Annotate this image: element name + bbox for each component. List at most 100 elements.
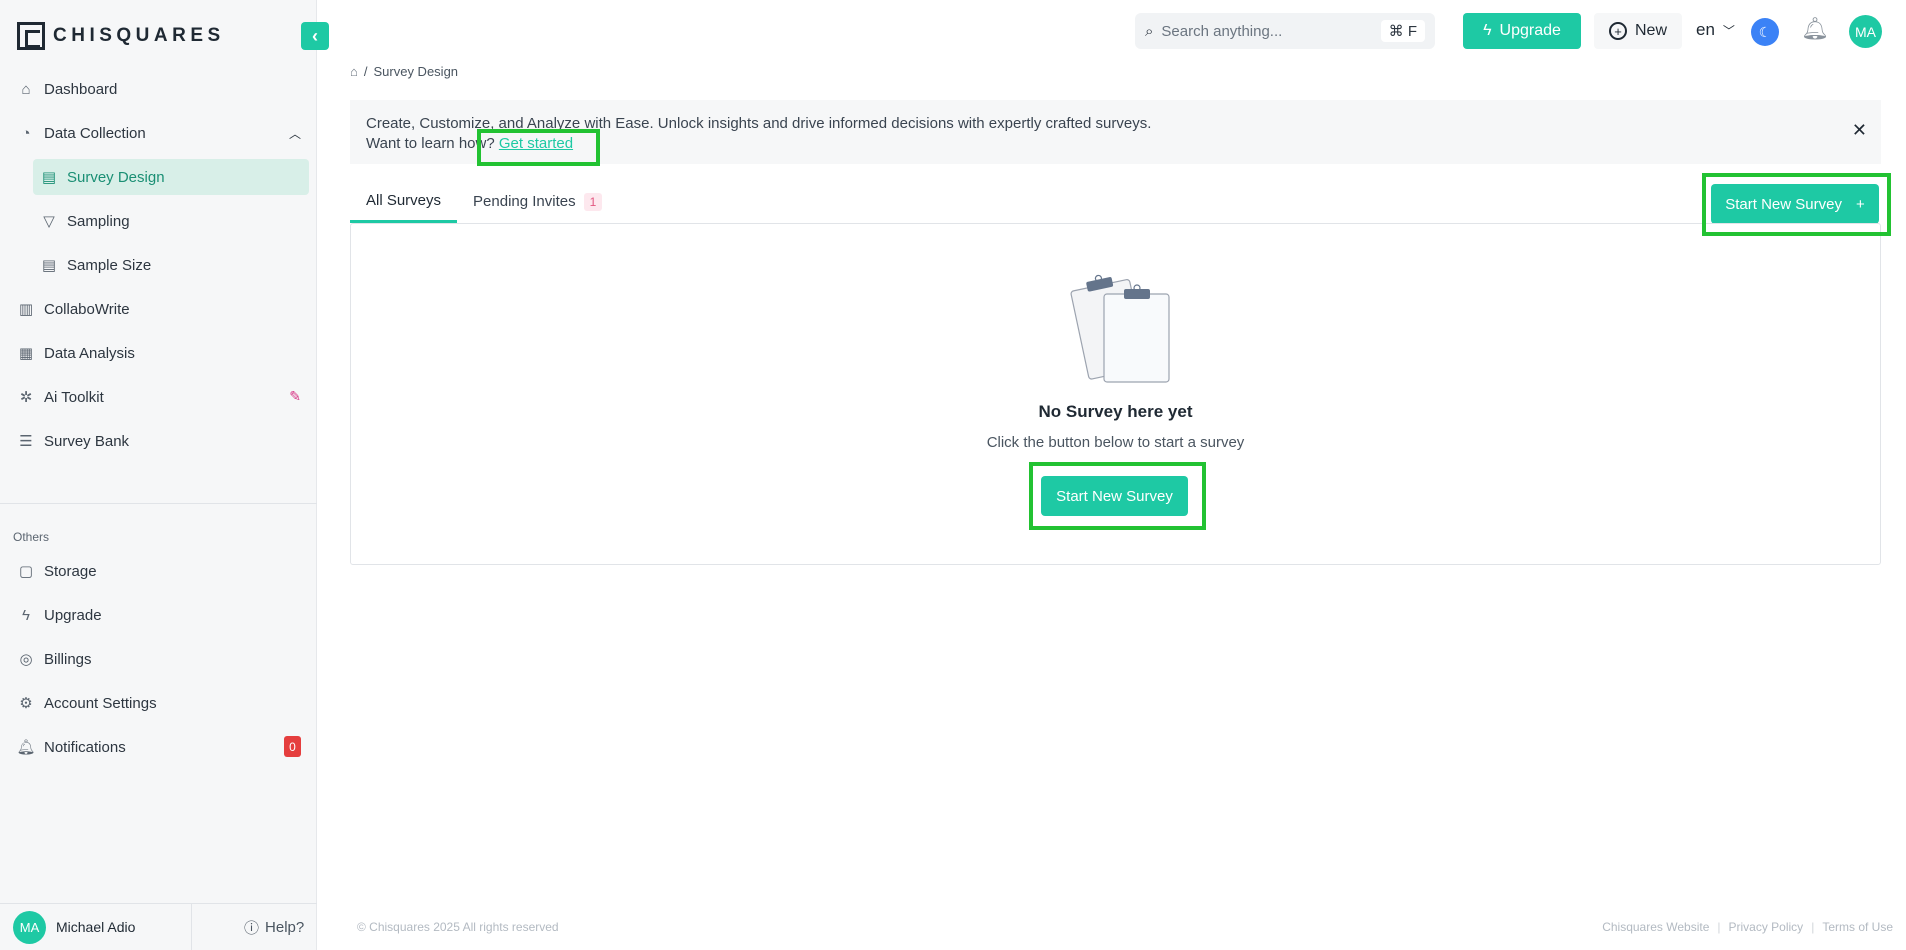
sidebar-item-notifications[interactable]: 🔔︎ Notifications 0 (8, 729, 309, 765)
search-shortcut: ⌘ F (1380, 20, 1425, 42)
filter-icon: ▽ (43, 213, 55, 230)
sidebar-item-label: Upgrade (44, 606, 102, 624)
sidebar-item-storage[interactable]: ▢ Storage (8, 553, 309, 589)
get-started-link[interactable]: Get started (499, 135, 573, 152)
sidebar-item-billings[interactable]: ◎ Billings (8, 641, 309, 677)
banner-line-2: Want to learn how? Get started (366, 134, 1865, 154)
brand-name: CHISQUARES (53, 25, 225, 46)
search-bar[interactable]: ⌕ ⌘ F (1135, 13, 1435, 49)
search-input[interactable] (1161, 22, 1381, 40)
start-new-survey-button[interactable]: Start New Survey + (1711, 184, 1879, 224)
chart-icon: ▥ (18, 301, 34, 318)
copyright: © Chisquares 2025 All rights reserved (357, 920, 559, 934)
user-profile[interactable]: MA Michael Adio (0, 904, 192, 950)
banner-line-1: Create, Customize, and Analyze with Ease… (366, 115, 1152, 132)
sidebar-divider (0, 503, 317, 504)
notifications-bell[interactable]: 🔔︎ (1801, 16, 1829, 42)
start-new-survey-label: Start New Survey (1056, 487, 1173, 505)
sidebar-item-ai-toolkit[interactable]: ✲ Ai Toolkit ✎ (8, 379, 309, 415)
sidebar-item-survey-design[interactable]: ▤ Survey Design (33, 159, 309, 195)
bolt-icon: ϟ (22, 606, 30, 624)
sidebar-item-label: Data Analysis (44, 344, 135, 362)
sidebar: CHISQUARES ⌂ Dashboard ◔ Data Collection… (0, 0, 317, 950)
sidebar-item-account-settings[interactable]: ⚙ Account Settings (8, 685, 309, 721)
upgrade-label: Upgrade (1499, 22, 1561, 39)
pending-count-badge: 1 (583, 192, 603, 211)
close-icon[interactable]: ✕ (1852, 120, 1867, 140)
chevron-down-icon: ﹀ (1722, 23, 1735, 38)
palette-icon: ◔ (21, 124, 31, 142)
home-icon: ⌂ (21, 80, 31, 98)
footer-separator: | (1811, 920, 1815, 934)
footer-links: Chisquares Website | Privacy Policy | Te… (1602, 920, 1893, 934)
sidebar-item-label: CollaboWrite (44, 300, 130, 318)
help-label: Help? (265, 918, 305, 936)
notification-count-badge: 0 (284, 736, 301, 757)
breadcrumb-current: Survey Design (373, 64, 459, 79)
avatar[interactable]: MA (1849, 15, 1882, 48)
footer-link-terms[interactable]: Terms of Use (1822, 920, 1893, 934)
home-icon[interactable]: ⌂ (350, 64, 358, 79)
empty-state-title: No Survey here yet (1038, 402, 1193, 421)
info-banner: Create, Customize, and Analyze with Ease… (350, 100, 1881, 164)
theme-toggle[interactable]: ☾ (1751, 18, 1779, 46)
sidebar-item-data-collection[interactable]: ◔ Data Collection ︿ (8, 115, 309, 151)
breadcrumb: ⌂ / Survey Design (350, 64, 458, 79)
sidebar-item-label: Data Collection (44, 124, 146, 142)
bell-icon: 🔔︎ (16, 739, 36, 756)
sidebar-item-label: Survey Design (67, 168, 165, 186)
surveys-panel: No Survey here yet Click the button belo… (350, 223, 1881, 565)
collapse-sidebar-button[interactable]: ‹ (301, 22, 329, 50)
upgrade-button[interactable]: ϟ Upgrade (1463, 13, 1581, 49)
sidebar-item-label: Sampling (67, 212, 130, 230)
sidebar-others-nav: ▢ Storage ϟ Upgrade ◎ Billings ⚙ Account… (0, 553, 317, 773)
banner-prompt: Want to learn how? (366, 135, 495, 152)
tab-label: All Surveys (366, 191, 442, 209)
footer-separator: | (1717, 920, 1721, 934)
others-section-label: Others (13, 530, 50, 544)
sidebar-item-label: Dashboard (44, 80, 118, 98)
sidebar-item-label: Survey Bank (44, 432, 130, 450)
clipboard-icon: ▤ (41, 169, 57, 186)
sidebar-item-data-analysis[interactable]: ▦ Data Analysis (8, 335, 309, 371)
magic-wand-icon: ✎ (289, 388, 301, 404)
sidebar-item-dashboard[interactable]: ⌂ Dashboard (8, 71, 309, 107)
tab-pending-invites[interactable]: Pending Invites 1 (457, 180, 618, 223)
start-new-survey-label: Start New Survey (1725, 195, 1842, 213)
sidebar-item-sample-size[interactable]: ▤ Sample Size (33, 247, 309, 283)
sidebar-item-sampling[interactable]: ▽ Sampling (33, 203, 309, 239)
sidebar-item-collabowrite[interactable]: ▥ CollaboWrite (8, 291, 309, 327)
sidebar-footer: MA Michael Adio ⓘ Help? (0, 903, 317, 950)
bell-icon: 🔔︎ (1801, 16, 1829, 41)
empty-state-subtitle: Click the button below to start a survey (986, 434, 1245, 451)
help-button[interactable]: ⓘ Help? (192, 917, 304, 938)
survey-tabs: All Surveys Pending Invites 1 (350, 180, 618, 223)
sidebar-item-label: Sample Size (67, 256, 152, 274)
sidebar-item-label: Account Settings (44, 694, 157, 712)
table-icon: ▦ (18, 345, 34, 362)
logo-icon (17, 22, 45, 50)
new-label: New (1634, 22, 1667, 39)
user-name: Michael Adio (56, 919, 136, 935)
brand-logo[interactable]: CHISQUARES (17, 22, 225, 50)
sidebar-nav: ⌂ Dashboard ◔ Data Collection ︿ ▤ Survey… (0, 71, 317, 467)
language-select[interactable]: en ﹀ (1696, 20, 1735, 40)
sidebar-item-label: Billings (44, 650, 92, 668)
list-icon: ☰ (19, 433, 33, 450)
sidebar-item-label: Storage (44, 562, 97, 580)
plus-icon: + (1855, 195, 1865, 213)
footer-link-privacy[interactable]: Privacy Policy (1729, 920, 1804, 934)
sidebar-item-survey-bank[interactable]: ☰ Survey Bank (8, 423, 309, 459)
clipboard-icon: ▤ (41, 257, 57, 274)
sparkle-icon: ✲ (19, 389, 33, 406)
footer-link-website[interactable]: Chisquares Website (1602, 920, 1709, 934)
tab-all-surveys[interactable]: All Surveys (350, 180, 458, 223)
language-value: en (1696, 20, 1715, 39)
clipboard-illustration-icon (1070, 274, 1170, 383)
new-button[interactable]: + New (1594, 13, 1682, 49)
sidebar-item-upgrade[interactable]: ϟ Upgrade (8, 597, 309, 633)
start-new-survey-button[interactable]: Start New Survey (1041, 476, 1188, 516)
chevron-up-icon[interactable]: ︿ (289, 125, 301, 142)
search-icon: ⌕ (1145, 22, 1154, 40)
sidebar-item-label: Ai Toolkit (44, 388, 104, 406)
